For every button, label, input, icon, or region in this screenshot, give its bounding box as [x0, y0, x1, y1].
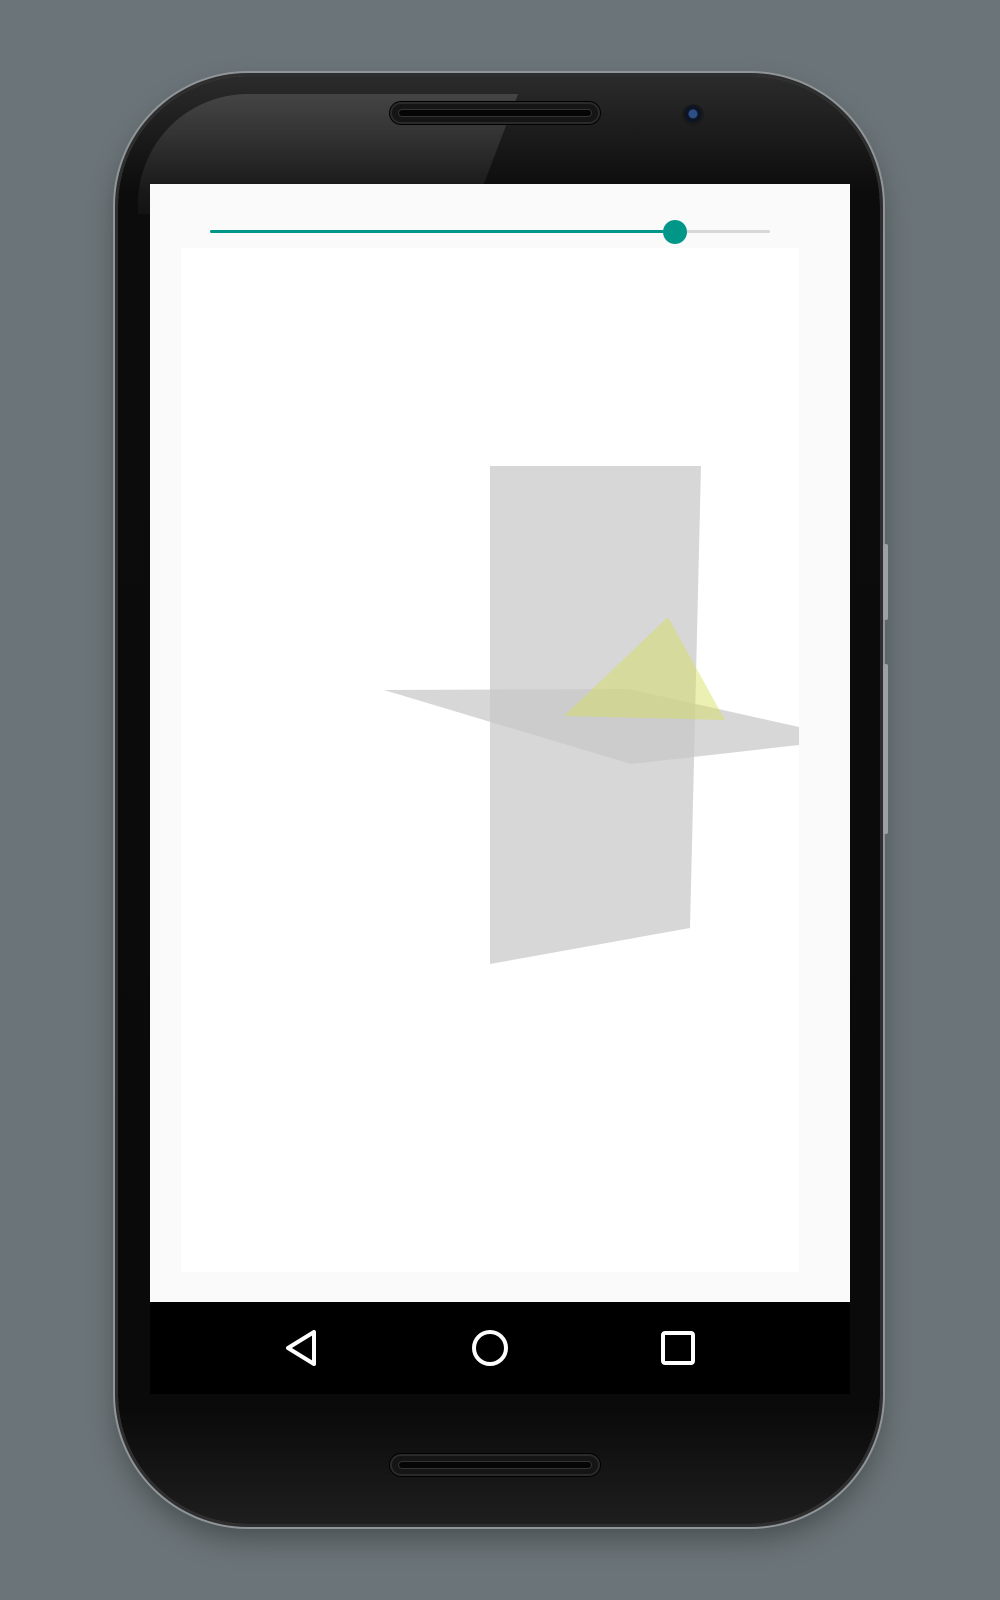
- power-button[interactable]: [883, 544, 888, 620]
- navigation-bar: [150, 1302, 850, 1394]
- slider-thumb[interactable]: [662, 220, 687, 244]
- 3d-canvas[interactable]: [181, 248, 799, 1272]
- back-triangle-icon[interactable]: [274, 1320, 330, 1376]
- home-circle-icon[interactable]: [462, 1320, 518, 1376]
- front-camera-icon: [682, 104, 704, 126]
- bottom-speaker: [390, 1454, 600, 1476]
- recents-square-icon[interactable]: [650, 1320, 706, 1376]
- rotation-slider[interactable]: [210, 218, 770, 246]
- slider-fill: [210, 230, 675, 233]
- volume-button[interactable]: [883, 664, 888, 834]
- app-content: [150, 184, 850, 1302]
- earpiece-speaker: [390, 102, 600, 124]
- phone-screen: [150, 184, 850, 1394]
- scene-svg: [384, 466, 799, 964]
